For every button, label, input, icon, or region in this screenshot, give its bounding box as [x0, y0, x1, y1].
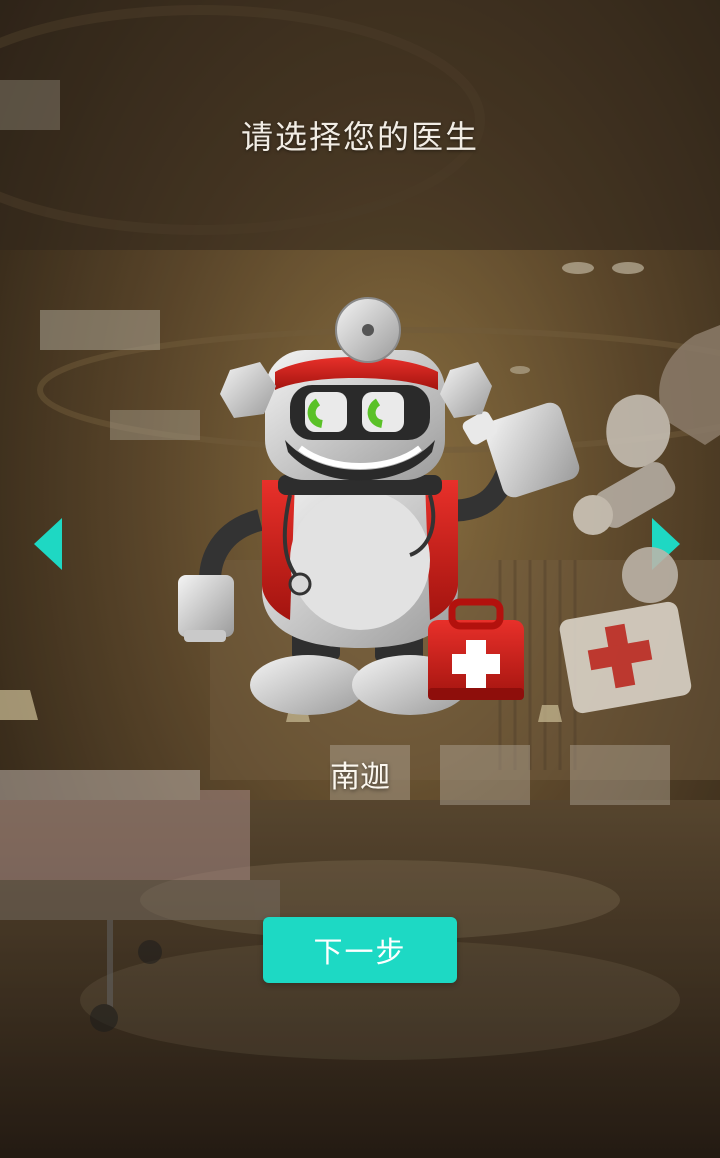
previous-doctor-button[interactable] [30, 516, 64, 572]
page-title: 请选择您的医生 [240, 118, 479, 156]
doctor-name-label: 南迦 [330, 760, 390, 795]
next-step-button[interactable]: 下一步 [263, 917, 457, 983]
robot-doctor-avatar[interactable] [170, 290, 590, 720]
chevron-left-icon [34, 518, 62, 570]
